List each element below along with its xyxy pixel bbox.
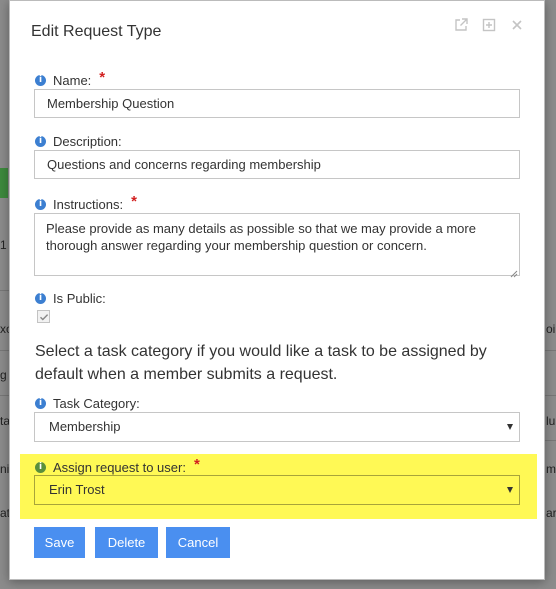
chevron-down-icon bbox=[507, 487, 513, 493]
background-text: are bbox=[546, 506, 556, 520]
description-label-row: i Description: bbox=[35, 134, 122, 149]
cancel-button[interactable]: Cancel bbox=[166, 527, 230, 558]
background-divider bbox=[0, 290, 9, 291]
save-button[interactable]: Save bbox=[34, 527, 85, 558]
instructions-textarea[interactable]: Please provide as many details as possib… bbox=[34, 213, 520, 278]
background-text: oi bbox=[546, 322, 556, 336]
task-category-label: Task Category: bbox=[53, 396, 140, 411]
background-text: ma bbox=[546, 462, 556, 476]
dialog-title: Edit Request Type bbox=[31, 23, 162, 40]
edit-request-type-dialog: Edit Request Type i Name: * Membership Qu… bbox=[9, 0, 545, 580]
task-category-value: Membership bbox=[49, 419, 121, 434]
background-text: lu bbox=[546, 414, 556, 428]
assign-user-select[interactable]: Erin Trost bbox=[34, 475, 520, 505]
task-category-helper-text: Select a task category if you would like… bbox=[35, 343, 487, 383]
external-link-icon[interactable] bbox=[454, 18, 468, 32]
delete-button[interactable]: Delete bbox=[95, 527, 158, 558]
background-green-button bbox=[0, 168, 8, 198]
task-category-label-row: i Task Category: bbox=[35, 396, 140, 411]
required-asterisk: * bbox=[131, 193, 137, 210]
maximize-icon[interactable] bbox=[482, 18, 496, 32]
background-divider bbox=[0, 395, 9, 396]
background-text: g bbox=[0, 368, 7, 382]
required-asterisk: * bbox=[193, 456, 200, 473]
close-icon[interactable] bbox=[510, 18, 524, 32]
info-icon: i bbox=[35, 75, 46, 86]
description-input[interactable]: Questions and concerns regarding members… bbox=[34, 150, 520, 179]
background-divider bbox=[545, 440, 556, 441]
assign-user-highlight: i Assign request to user: * Erin Trost bbox=[20, 454, 537, 519]
assign-user-label-row: i Assign request to user: * bbox=[35, 456, 200, 476]
background-text: 1 bbox=[0, 238, 7, 252]
window-controls bbox=[454, 18, 524, 32]
is-public-label-row: i Is Public: bbox=[35, 291, 106, 306]
info-icon: i bbox=[35, 293, 46, 304]
instructions-text: Please provide as many details as possib… bbox=[46, 221, 476, 253]
instructions-label: Instructions: bbox=[53, 197, 124, 212]
name-input[interactable]: Membership Question bbox=[34, 89, 520, 118]
instructions-label-row: i Instructions: * bbox=[35, 193, 137, 213]
background-divider bbox=[0, 350, 9, 351]
task-category-select[interactable]: Membership bbox=[34, 412, 520, 442]
description-label: Description: bbox=[53, 134, 122, 149]
background-divider bbox=[545, 350, 556, 351]
chevron-down-icon bbox=[507, 424, 513, 430]
is-public-label: Is Public: bbox=[53, 291, 106, 306]
name-label: Name: bbox=[53, 73, 92, 88]
checkmark-icon bbox=[40, 314, 49, 321]
name-label-row: i Name: * bbox=[35, 69, 106, 89]
assign-user-label: Assign request to user: bbox=[53, 460, 186, 475]
info-icon: i bbox=[35, 462, 46, 473]
resize-grip-icon[interactable] bbox=[509, 265, 518, 278]
is-public-checkbox[interactable] bbox=[37, 310, 50, 323]
info-icon: i bbox=[35, 136, 46, 147]
required-asterisk: * bbox=[99, 69, 106, 86]
assign-user-value: Erin Trost bbox=[49, 482, 105, 497]
background-divider bbox=[545, 395, 556, 396]
info-icon: i bbox=[35, 398, 46, 409]
info-icon: i bbox=[35, 199, 46, 210]
background-text: ni bbox=[0, 462, 10, 476]
